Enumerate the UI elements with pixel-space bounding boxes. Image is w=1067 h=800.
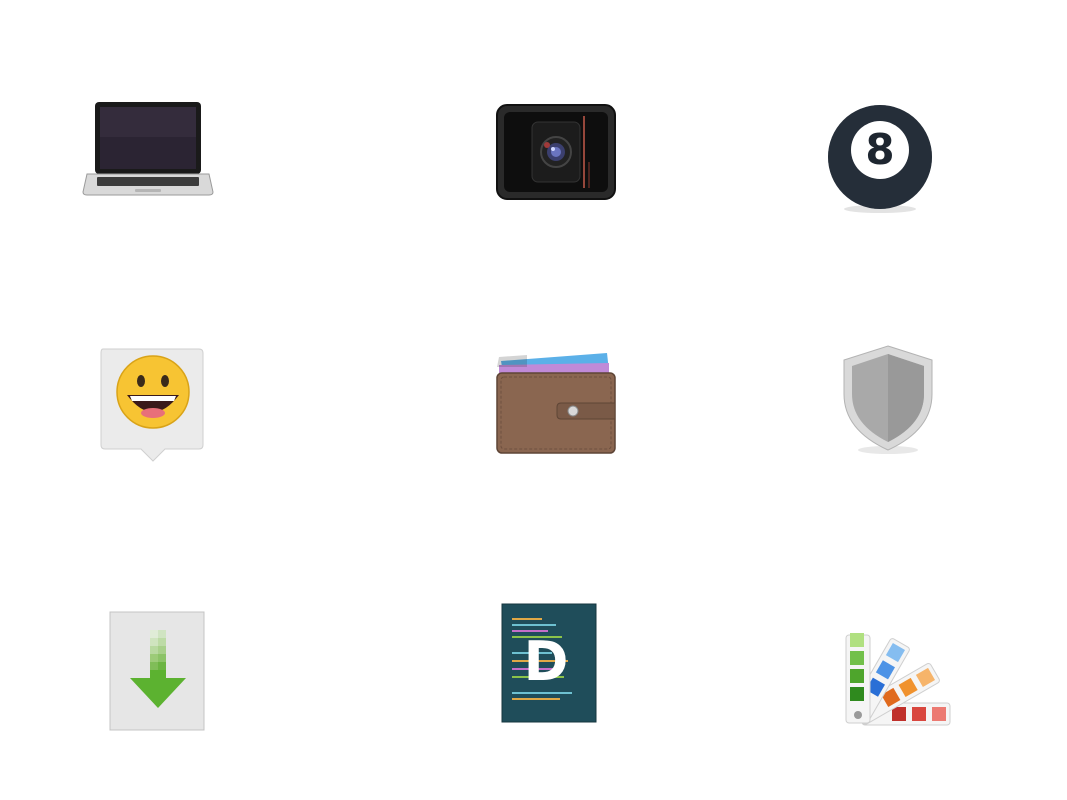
smiley-chat-icon[interactable]: [82, 336, 222, 476]
icon-grid: 8 D: [0, 0, 1067, 800]
color-palette-icon[interactable]: [826, 604, 966, 744]
laptop-icon[interactable]: [78, 80, 218, 220]
download-file-icon[interactable]: [88, 600, 228, 740]
code-editor-graphic: D: [501, 603, 597, 723]
eight-ball-icon[interactable]: 8: [810, 90, 950, 230]
color-palette-graphic: [845, 633, 951, 726]
webcam-icon[interactable]: [486, 82, 626, 222]
smiley-chat-graphic: [100, 348, 204, 462]
eight-ball-graphic: 8: [828, 105, 932, 213]
laptop-graphic: [82, 102, 214, 196]
wallet-icon[interactable]: [482, 328, 622, 468]
code-editor-icon[interactable]: D: [478, 592, 618, 732]
shield-graphic: [843, 345, 933, 454]
code-editor-glyph: D: [524, 630, 569, 693]
eight-ball-number: 8: [865, 125, 894, 174]
shield-icon[interactable]: [818, 326, 958, 466]
download-file-graphic: [109, 611, 205, 731]
webcam-graphic: [496, 104, 616, 200]
wallet-graphic: [496, 353, 616, 454]
